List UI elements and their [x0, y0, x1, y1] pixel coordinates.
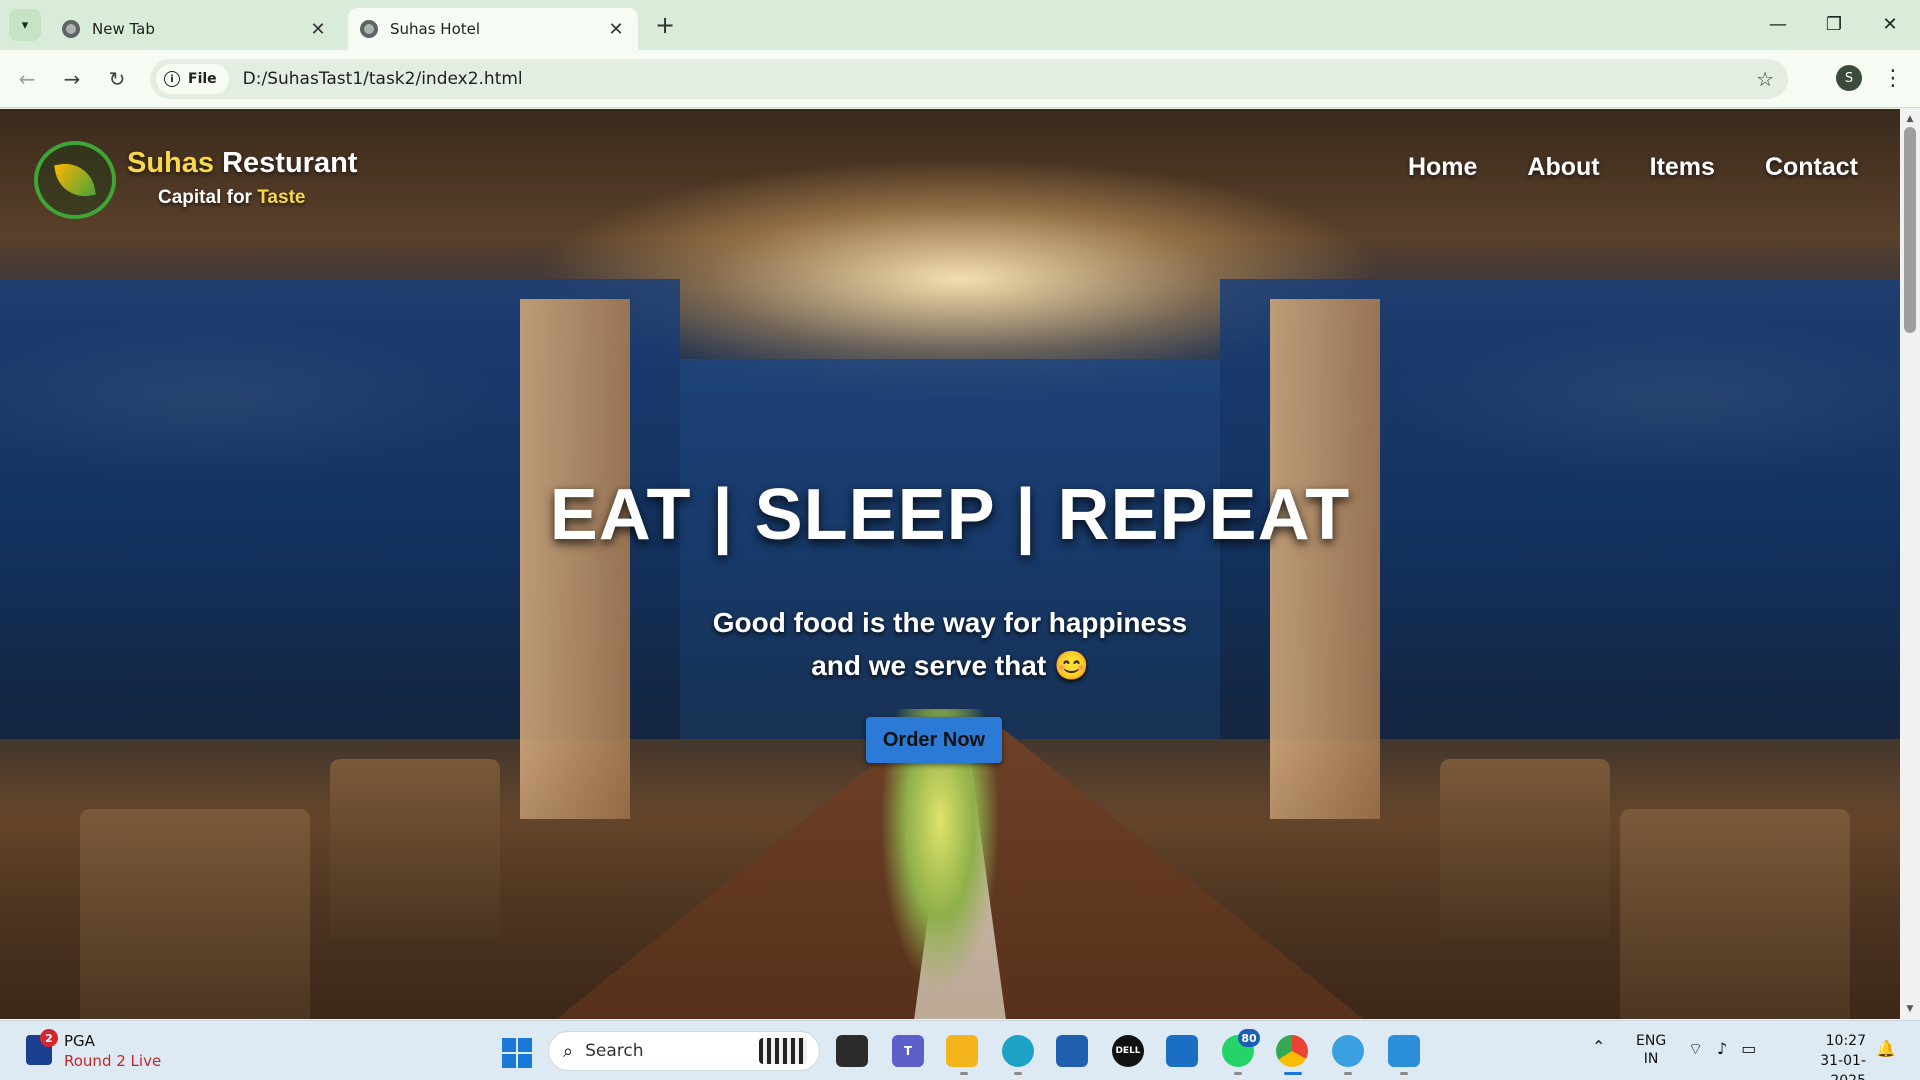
nav-link-contact[interactable]: Contact [1765, 153, 1858, 182]
background-chair [1620, 809, 1850, 1019]
taskbar-search[interactable]: ⌕ Search [548, 1031, 820, 1071]
tab-title: Suhas Hotel [390, 20, 481, 38]
scroll-thumb[interactable] [1904, 127, 1916, 333]
remote-desktop-icon[interactable] [1166, 1035, 1198, 1067]
background-chair [330, 759, 500, 939]
chevron-up-icon[interactable]: ⌃ [1592, 1037, 1605, 1056]
widget-title[interactable]: PGA [64, 1032, 95, 1050]
running-indicator [1344, 1072, 1352, 1075]
globe-icon [360, 20, 378, 38]
running-indicator [1234, 1072, 1242, 1075]
brand-name-rest: Resturant [214, 147, 358, 179]
background-chair [1440, 759, 1610, 939]
nav-link-about[interactable]: About [1527, 153, 1599, 182]
edge-icon[interactable] [1002, 1035, 1034, 1067]
running-indicator [1400, 1072, 1408, 1075]
wifi-icon[interactable]: ⌔ [1688, 1039, 1703, 1059]
whatsapp-badge: 80 [1238, 1029, 1260, 1047]
browser-toolbar: ← → ↻ i File D:/SuhasTast1/task2/index2.… [0, 50, 1920, 108]
windows-start-icon[interactable] [502, 1038, 532, 1068]
language-line: IN [1643, 1051, 1659, 1067]
background-pillar [1270, 299, 1380, 819]
minimize-icon[interactable]: — [1758, 8, 1798, 40]
new-tab-button[interactable]: + [650, 10, 680, 40]
brand-tagline-accent: Taste [257, 187, 306, 208]
hero-subtitle-line: Good food is the way for happiness [712, 607, 1188, 638]
search-icon: ⌕ [563, 1040, 574, 1062]
scroll-up-icon[interactable]: ▲ [1900, 111, 1920, 127]
site-nav: Home About Items Contact [1408, 153, 1858, 182]
file-explorer-icon[interactable] [946, 1035, 978, 1067]
active-indicator [1284, 1072, 1302, 1075]
search-highlight-image [759, 1038, 807, 1064]
page-viewport: Suhas Resturant Capital for Taste Home A… [0, 109, 1900, 1019]
battery-icon[interactable]: ▭ [1741, 1039, 1756, 1059]
volume-icon[interactable]: ♪ [1717, 1039, 1727, 1059]
brand-tagline: Capital for Taste [158, 187, 305, 209]
brand-name: Suhas Resturant [127, 147, 357, 180]
store-icon[interactable] [1056, 1035, 1088, 1067]
back-arrow-icon[interactable]: ← [10, 62, 44, 96]
page-scrollbar[interactable]: ▲ ▼ [1900, 109, 1920, 1019]
hero-subtitle: Good food is the way for happiness and w… [0, 601, 1900, 687]
notification-bell-icon[interactable]: 🔔 [1876, 1039, 1896, 1058]
tab-search-button[interactable]: ▾ [9, 9, 41, 41]
bookmark-star-icon[interactable]: ☆ [1756, 67, 1774, 91]
clock-date: 31-01-2025 [1820, 1053, 1866, 1080]
site-header: Suhas Resturant Capital for Taste Home A… [0, 109, 1900, 239]
nav-link-home[interactable]: Home [1408, 153, 1477, 182]
hero-subtitle-line: and we serve that 😊 [811, 650, 1089, 681]
globe-icon [62, 20, 80, 38]
close-icon[interactable]: ✕ [308, 19, 328, 40]
running-indicator [1014, 1072, 1022, 1075]
profile-avatar[interactable]: S [1836, 65, 1862, 91]
background-pillar [520, 299, 630, 819]
site-logo[interactable] [34, 141, 116, 219]
address-bar[interactable]: i File D:/SuhasTast1/task2/index2.html ☆ [150, 59, 1788, 99]
tab-suhas-hotel[interactable]: Suhas Hotel ✕ [348, 8, 638, 50]
nav-link-items[interactable]: Items [1650, 153, 1715, 182]
brand-name-accent: Suhas [127, 147, 215, 179]
order-now-button[interactable]: Order Now [866, 717, 1002, 763]
clock-time: 10:27 [1825, 1033, 1866, 1049]
browser-tabstrip: ▾ New Tab ✕ Suhas Hotel ✕ + — ❐ ✕ [0, 0, 1920, 50]
reload-icon[interactable]: ↻ [100, 62, 134, 96]
brand-tagline-prefix: Capital for [158, 187, 258, 208]
window-close-icon[interactable]: ✕ [1870, 8, 1910, 40]
python-icon[interactable] [1332, 1035, 1364, 1067]
task-view-icon[interactable] [836, 1035, 868, 1067]
widget-badge: 2 [40, 1029, 58, 1047]
leaf-icon [54, 159, 96, 201]
windows-taskbar: 2 PGA Round 2 Live ⌕ Search T DELL 80 ⌃ … [0, 1020, 1920, 1080]
restore-icon[interactable]: ❐ [1814, 8, 1854, 40]
teams-icon[interactable]: T [892, 1035, 924, 1067]
photos-icon[interactable] [1388, 1035, 1420, 1067]
scroll-down-icon[interactable]: ▼ [1900, 1001, 1920, 1017]
language-indicator[interactable]: ENG IN [1636, 1032, 1666, 1068]
running-indicator [960, 1072, 968, 1075]
forward-arrow-icon[interactable]: → [55, 62, 89, 96]
site-info-chip[interactable]: i File [156, 64, 229, 94]
kebab-menu-icon[interactable]: ⋮ [1880, 62, 1906, 94]
chevron-down-icon: ▾ [21, 17, 29, 33]
url-text[interactable]: D:/SuhasTast1/task2/index2.html [243, 69, 523, 89]
tab-new-tab[interactable]: New Tab ✕ [50, 8, 340, 50]
close-icon[interactable]: ✕ [606, 19, 626, 40]
taskbar-search-label: Search [585, 1041, 644, 1061]
info-icon: i [164, 71, 180, 87]
chrome-icon[interactable] [1276, 1035, 1308, 1067]
system-tray: ⌔ ♪ ▭ [1688, 1039, 1756, 1059]
site-chip-label: File [188, 71, 217, 87]
dell-icon[interactable]: DELL [1112, 1035, 1144, 1067]
clock[interactable]: 10:27 31-01-2025 [1786, 1031, 1866, 1080]
hero-title: EAT | SLEEP | REPEAT [549, 475, 1351, 555]
widget-subtitle[interactable]: Round 2 Live [64, 1052, 161, 1070]
background-chair [80, 809, 310, 1019]
tab-title: New Tab [92, 20, 155, 38]
language-line: ENG [1636, 1033, 1667, 1049]
